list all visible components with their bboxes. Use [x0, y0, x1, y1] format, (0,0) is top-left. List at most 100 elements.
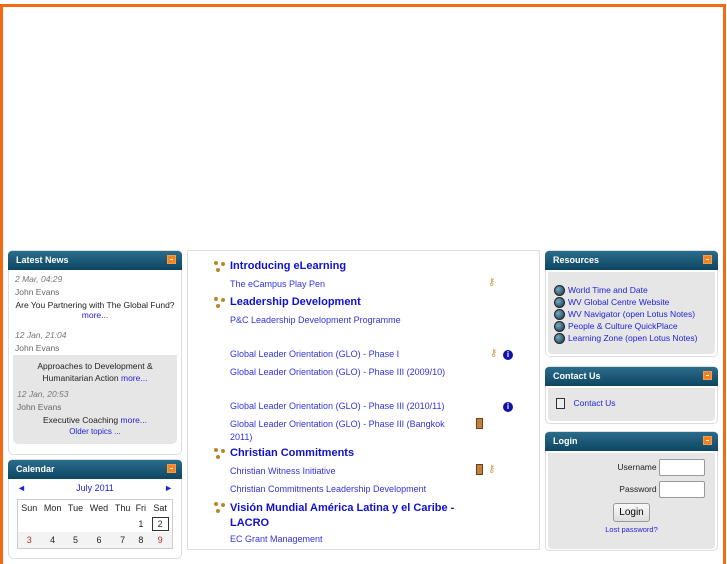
- weekday-header: Fri: [135, 503, 147, 513]
- resources-list: World Time and Date WV Global Centre Webs…: [548, 272, 715, 354]
- username-label: Username: [617, 461, 657, 472]
- course-link[interactable]: EC Grant Management: [230, 533, 470, 546]
- resource-label: World Time and Date: [568, 285, 648, 295]
- weekday-header: Thu: [114, 503, 131, 513]
- month-link[interactable]: July 2011: [76, 483, 114, 493]
- next-month-button[interactable]: ►: [164, 483, 173, 493]
- block-header: Latest News: [8, 251, 182, 270]
- password-input[interactable]: [659, 481, 705, 498]
- latest-news-block: Latest News 2 Mar, 04:29 John Evans Are …: [8, 250, 182, 455]
- section-christian-commitments[interactable]: Christian Commitments: [230, 447, 354, 459]
- weekday-header: Sun: [21, 503, 38, 513]
- info-icon: i: [503, 401, 513, 412]
- calendar-day: [18, 516, 40, 532]
- more-link[interactable]: more...: [121, 373, 147, 383]
- collapse-icon[interactable]: [167, 464, 176, 473]
- resource-link[interactable]: World Time and Date: [552, 284, 711, 296]
- weekday-header: Wed: [89, 503, 109, 513]
- course-link[interactable]: Christian Commitments Leadership Develop…: [230, 483, 470, 496]
- login-button[interactable]: Login: [613, 503, 650, 522]
- news-item: 2 Mar, 04:29 John Evans Are You Partneri…: [11, 270, 179, 357]
- key-icon: ⚷: [488, 277, 496, 288]
- block-title: Latest News: [16, 255, 69, 265]
- calendar-day[interactable]: 3: [18, 532, 40, 548]
- more-link[interactable]: more...: [121, 415, 147, 425]
- calendar-day: [86, 516, 112, 532]
- calendar-day[interactable]: 5: [65, 532, 86, 548]
- resource-label: WV Navigator (open Lotus Notes): [568, 309, 696, 319]
- more-link[interactable]: more...: [82, 310, 108, 320]
- calendar-day[interactable]: 7: [112, 532, 134, 548]
- course-link[interactable]: Global Leader Orientation (GLO) - Phase …: [230, 366, 470, 379]
- lost-password-link[interactable]: Lost password?: [605, 525, 658, 534]
- calendar-day[interactable]: 1: [133, 516, 148, 532]
- news-author: John Evans: [15, 343, 60, 353]
- news-date: 12 Jan, 21:04: [15, 330, 67, 340]
- weekday-header: Sat: [153, 503, 167, 513]
- resource-label: WV Global Centre Website: [568, 297, 670, 307]
- collapse-icon[interactable]: [703, 255, 712, 264]
- collapse-icon[interactable]: [703, 436, 712, 445]
- course-link[interactable]: P&C Leadership Development Programme: [230, 314, 470, 327]
- resource-link[interactable]: WV Navigator (open Lotus Notes): [552, 308, 711, 320]
- weekday-header: Tue: [67, 503, 84, 513]
- door-icon: [476, 464, 483, 478]
- course-link[interactable]: Global Leader Orientation (GLO) - Phase …: [230, 348, 470, 361]
- calendar-day[interactable]: 8: [133, 532, 148, 548]
- username-input[interactable]: [659, 459, 705, 476]
- key-icon: ⚷: [488, 464, 496, 475]
- key-icon: ⚷: [490, 348, 498, 359]
- section-lacro[interactable]: Visión Mundial América Latina y el Carib…: [230, 501, 480, 531]
- news-author: John Evans: [17, 402, 62, 412]
- document-icon: [556, 398, 565, 410]
- resource-link[interactable]: People & Culture QuickPlace: [552, 320, 711, 332]
- block-title: Calendar: [16, 464, 55, 474]
- password-label: Password: [619, 483, 657, 494]
- resource-label: Learning Zone (open Lotus Notes): [568, 333, 698, 343]
- calendar-day[interactable]: 9: [148, 532, 172, 548]
- collapse-icon[interactable]: [703, 371, 712, 380]
- login-block: Login Username Password Login Lost passw…: [545, 431, 718, 551]
- course-link[interactable]: Global Leader Orientation (GLO) - Phase …: [230, 400, 470, 413]
- news-more-area: Approaches to Development & Humanitarian…: [13, 355, 177, 444]
- calendar-grid: Sun Mon Tue Wed Thu Fri Sat 1 2 3 4 5 6 7 8 9: [17, 499, 173, 549]
- resource-link[interactable]: Learning Zone (open Lotus Notes): [552, 332, 711, 344]
- calendar-day: [40, 516, 65, 532]
- block-title: Contact Us: [553, 371, 601, 381]
- section-introducing-elearning[interactable]: Introducing eLearning: [230, 260, 346, 272]
- contact-us-link[interactable]: Contact Us: [574, 398, 616, 408]
- section-leadership-development[interactable]: Leadership Development: [230, 296, 361, 308]
- globe-icon: [554, 285, 565, 296]
- news-title: Executive Coaching: [43, 415, 119, 425]
- section-icon: [214, 297, 226, 309]
- calendar-day[interactable]: 4: [40, 532, 65, 548]
- course-link[interactable]: Christian Witness Initiative: [230, 465, 470, 478]
- course-list: Introducing eLearning The eCampus Play P…: [187, 250, 540, 550]
- news-author: John Evans: [15, 287, 60, 297]
- globe-icon: [554, 321, 565, 332]
- resource-label: People & Culture QuickPlace: [568, 321, 678, 331]
- news-title: Are You Partnering with The Global Fund?: [15, 300, 175, 310]
- today-marker[interactable]: 2: [151, 517, 169, 531]
- older-topics-link[interactable]: Older topics ...: [69, 427, 121, 436]
- section-icon: [214, 448, 226, 460]
- info-icon: i: [503, 349, 513, 360]
- collapse-icon[interactable]: [167, 255, 176, 264]
- globe-icon: [554, 309, 565, 320]
- calendar-day[interactable]: 6: [86, 532, 112, 548]
- resource-link[interactable]: WV Global Centre Website: [552, 296, 711, 308]
- calendar-day[interactable]: 2: [148, 516, 172, 532]
- resources-block: Resources World Time and Date WV Global C…: [545, 250, 718, 357]
- weekday-header: Mon: [43, 503, 62, 513]
- calendar-block: Calendar ◄ July 2011 ► Sun Mon Tue Wed Thu Fr…: [8, 459, 182, 559]
- prev-month-button[interactable]: ◄: [17, 483, 26, 493]
- globe-icon: [554, 297, 565, 308]
- calendar-day: [65, 516, 86, 532]
- block-title: Login: [553, 436, 578, 446]
- course-link[interactable]: The eCampus Play Pen: [230, 278, 470, 291]
- door-icon: [476, 418, 483, 432]
- block-title: Resources: [553, 255, 600, 265]
- news-date: 2 Mar, 04:29: [15, 274, 63, 284]
- course-link[interactable]: Global Leader Orientation (GLO) - Phase …: [230, 418, 460, 444]
- globe-icon: [554, 333, 565, 344]
